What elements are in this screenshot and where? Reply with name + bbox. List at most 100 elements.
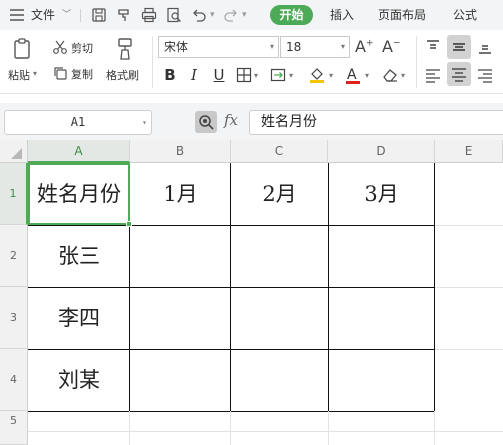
table-border <box>28 349 435 350</box>
formula-input[interactable]: 姓名月份 <box>249 110 503 135</box>
merge-cells-icon[interactable] <box>270 67 286 83</box>
align-center-icon[interactable] <box>447 62 471 86</box>
table-border <box>328 163 329 411</box>
tab-start[interactable]: 开始 <box>270 5 313 25</box>
table-border <box>28 287 435 288</box>
clear-dropdown-chevron-icon[interactable]: ▾ <box>401 71 405 80</box>
font-size-select[interactable]: 18 ▾ <box>280 36 350 58</box>
merge-dropdown-chevron-icon[interactable]: ▾ <box>289 71 293 80</box>
file-menu[interactable]: 文件 <box>31 0 55 30</box>
undo-icon[interactable] <box>190 6 208 24</box>
borders-dropdown-chevron-icon[interactable]: ▾ <box>254 71 258 80</box>
cell-c1[interactable]: 2月 <box>231 163 328 225</box>
fill-handle[interactable] <box>126 221 132 227</box>
font-size-chevron-icon: ▾ <box>340 42 345 51</box>
gridline <box>435 225 503 226</box>
spreadsheet-grid: A B C D E 1 2 3 4 5 姓名月份 1月 2月 3月 张三 李四 … <box>0 140 503 445</box>
file-menu-chevron-icon[interactable]: ﹀ <box>62 0 71 30</box>
undo-dropdown-chevron-icon[interactable]: ▾ <box>210 0 215 30</box>
cell-a4[interactable]: 刘某 <box>28 349 130 411</box>
row-header-5[interactable]: 5 <box>0 411 28 445</box>
zoom-search-icon[interactable] <box>195 111 217 133</box>
cell-b1[interactable]: 1月 <box>130 163 231 225</box>
ribbon-toolbar: 粘贴 ▾ 剪切 复制 格式刷 宋体 ▾ 18 ▾ A+ A− B I U ▾ ▾… <box>0 30 503 94</box>
name-box-value: A1 <box>70 115 86 129</box>
cell-c4[interactable] <box>231 349 328 411</box>
align-middle-icon[interactable] <box>447 35 471 59</box>
cell-c3[interactable] <box>231 287 328 349</box>
eraser-icon[interactable] <box>381 67 399 83</box>
cell-d2[interactable] <box>328 225 435 287</box>
format-painter-button[interactable]: 格式刷 <box>106 67 139 83</box>
gridline <box>230 411 231 445</box>
cell-b4[interactable] <box>130 349 231 411</box>
table-border <box>28 225 435 226</box>
tab-insert[interactable]: 插入 <box>330 0 354 30</box>
decrease-font-size-icon[interactable]: A− <box>382 37 401 56</box>
row-header-3[interactable]: 3 <box>0 287 28 349</box>
redo-dropdown-chevron-icon[interactable]: ▾ <box>242 0 247 30</box>
row-header-2[interactable]: 2 <box>0 225 28 287</box>
font-name-chevron-icon: ▾ <box>269 42 274 51</box>
font-color-icon[interactable]: A <box>344 65 362 85</box>
column-header-d[interactable]: D <box>328 140 435 163</box>
cell-a2[interactable]: 张三 <box>28 225 130 287</box>
function-icon[interactable]: fx <box>224 111 238 129</box>
increase-font-size-icon[interactable]: A+ <box>355 37 374 56</box>
row-header-1[interactable]: 1 <box>0 163 28 225</box>
format-painter-brush-icon[interactable] <box>113 36 139 62</box>
save-icon[interactable] <box>90 6 108 24</box>
select-all-button[interactable] <box>0 140 28 163</box>
copy-button[interactable]: 复制 <box>71 66 93 82</box>
table-border <box>434 163 435 411</box>
redo-icon[interactable] <box>222 6 240 24</box>
menu-bar: 文件 ﹀ ▾ ▾ 开始 插入 页面布局 公式 <box>0 0 503 30</box>
gridline <box>328 411 329 445</box>
font-color-dropdown-chevron-icon[interactable]: ▾ <box>365 71 369 80</box>
column-header-c[interactable]: C <box>231 140 328 163</box>
cell-d3[interactable] <box>328 287 435 349</box>
tab-page-layout[interactable]: 页面布局 <box>378 0 426 30</box>
column-header-e[interactable]: E <box>435 140 503 163</box>
align-bottom-icon[interactable] <box>476 38 494 56</box>
cell-d4[interactable] <box>328 349 435 411</box>
cell-b2[interactable] <box>130 225 231 287</box>
column-header-b[interactable]: B <box>130 140 231 163</box>
cell-d1[interactable]: 3月 <box>328 163 435 225</box>
cell-a3[interactable]: 李四 <box>28 287 130 349</box>
paste-icon[interactable] <box>11 37 35 61</box>
print-preview-icon[interactable] <box>165 6 183 24</box>
table-border <box>28 411 435 412</box>
formula-bar: A1 ▾ fx 姓名月份 <box>0 103 503 140</box>
scissors-icon[interactable] <box>52 39 68 55</box>
column-header-a[interactable]: A <box>28 140 130 163</box>
ribbon-divider <box>152 36 153 88</box>
italic-button[interactable]: I <box>184 64 204 86</box>
align-left-icon[interactable] <box>424 66 442 84</box>
cut-button[interactable]: 剪切 <box>71 40 93 56</box>
print-icon[interactable] <box>140 6 158 24</box>
cell-b3[interactable] <box>130 287 231 349</box>
paste-dropdown-chevron-icon[interactable]: ▾ <box>33 69 37 78</box>
menubar-divider <box>80 9 81 22</box>
fill-color-dropdown-chevron-icon[interactable]: ▾ <box>329 71 333 80</box>
active-cell-selection <box>28 163 130 225</box>
row-header-4[interactable]: 4 <box>0 349 28 411</box>
align-top-icon[interactable] <box>424 38 442 56</box>
font-name-value: 宋体 <box>164 40 189 54</box>
format-painter-icon[interactable] <box>115 6 133 24</box>
paste-button[interactable]: 粘贴 <box>8 67 30 83</box>
underline-button[interactable]: U <box>208 64 230 86</box>
hamburger-menu-icon[interactable] <box>8 6 26 24</box>
copy-icon[interactable] <box>52 65 68 81</box>
font-size-value: 18 <box>286 40 302 54</box>
align-right-icon[interactable] <box>476 66 494 84</box>
font-name-select[interactable]: 宋体 ▾ <box>158 36 279 58</box>
cell-c2[interactable] <box>231 225 328 287</box>
name-box[interactable]: A1 ▾ <box>4 110 152 135</box>
gridline <box>129 411 130 445</box>
borders-icon[interactable] <box>236 67 252 83</box>
bold-button[interactable]: B <box>160 64 180 86</box>
fill-color-icon[interactable] <box>308 66 326 84</box>
tab-formulas[interactable]: 公式 <box>453 0 477 30</box>
